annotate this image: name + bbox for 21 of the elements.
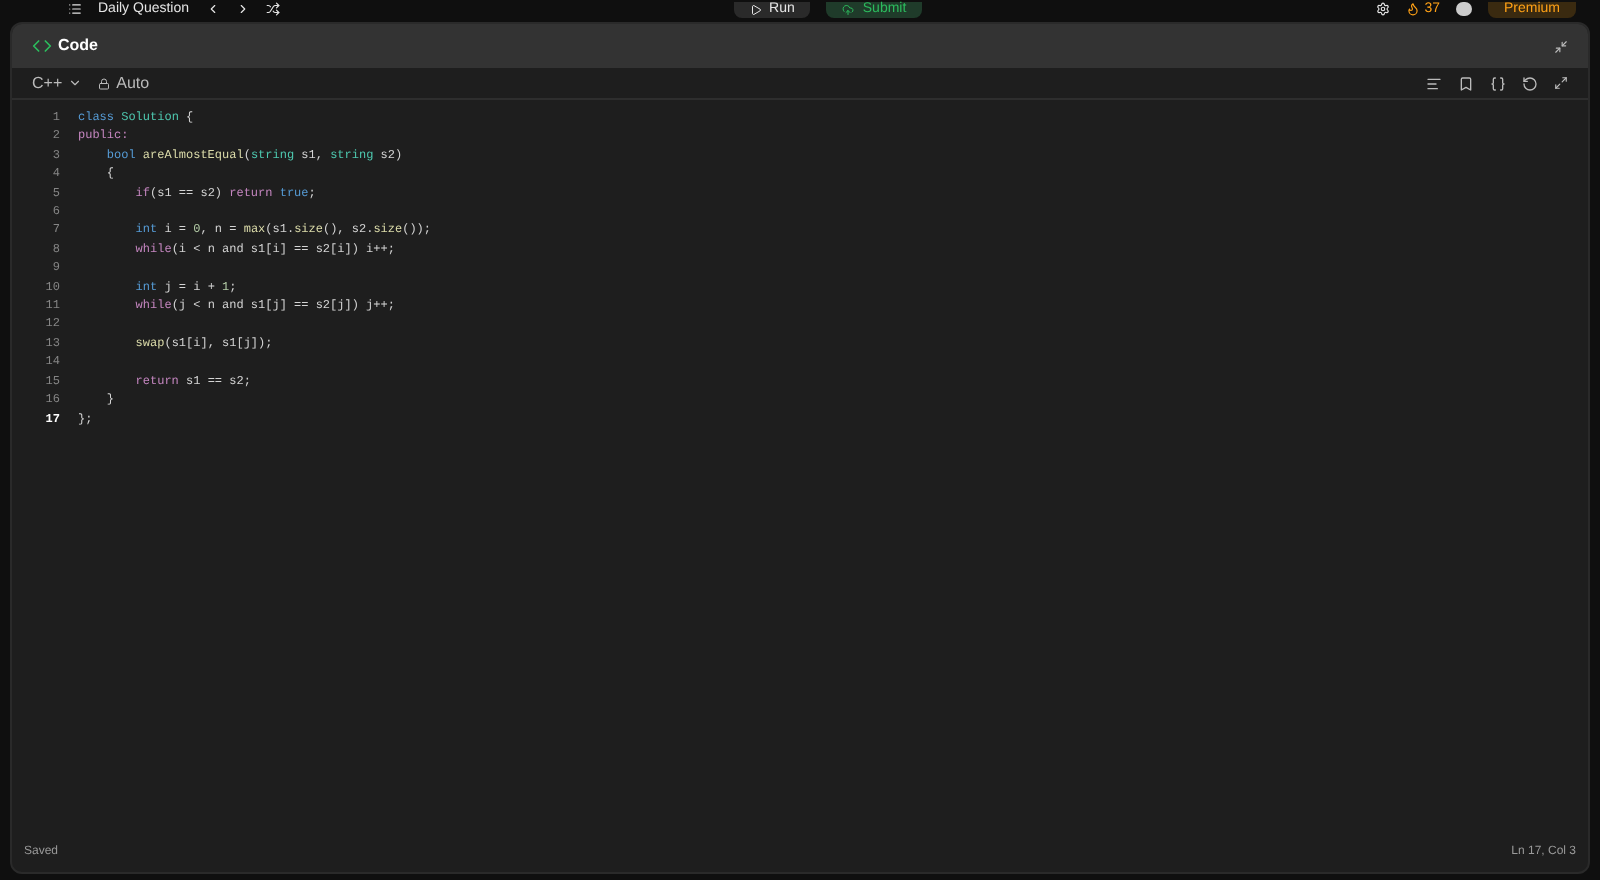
bookmark-icon[interactable] <box>1458 75 1474 91</box>
reset-icon[interactable] <box>1522 75 1538 91</box>
auto-mode-label[interactable]: Auto <box>98 71 150 95</box>
previous-icon[interactable] <box>205 2 220 16</box>
expand-icon[interactable] <box>1554 76 1568 90</box>
shuffle-icon[interactable] <box>265 2 280 16</box>
settings-icon[interactable] <box>1376 2 1391 16</box>
collapse-icon[interactable] <box>1554 39 1568 53</box>
list-icon[interactable] <box>68 2 82 16</box>
code-icon <box>32 36 52 56</box>
upload-icon <box>842 3 855 15</box>
lock-icon <box>98 77 111 89</box>
avatar[interactable] <box>1456 2 1472 16</box>
panel-title: Code <box>58 34 98 58</box>
chevron-down-icon <box>68 76 83 90</box>
next-icon[interactable] <box>235 2 250 16</box>
play-icon <box>749 3 762 15</box>
format-icon[interactable] <box>1426 75 1442 91</box>
braces-icon[interactable] <box>1490 75 1506 91</box>
flame-icon <box>1406 2 1421 16</box>
language-select[interactable]: C++ <box>32 71 83 95</box>
